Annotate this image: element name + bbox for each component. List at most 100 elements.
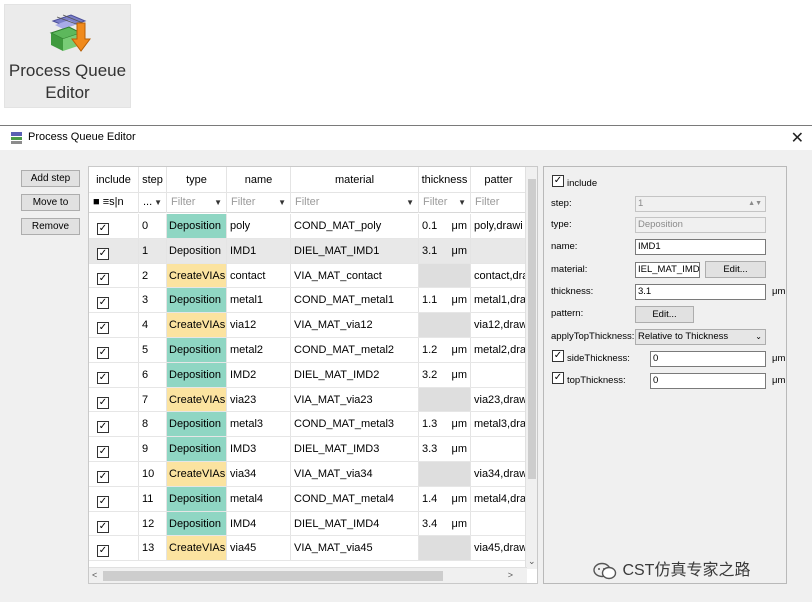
- material-cell[interactable]: DIEL_MAT_IMD1: [291, 238, 419, 263]
- type-cell[interactable]: Deposition: [167, 214, 227, 238]
- thickness-cell[interactable]: [419, 263, 471, 288]
- type-cell[interactable]: CreateVIAs: [167, 313, 227, 337]
- pattern-cell[interactable]: metal2,dra: [471, 338, 527, 362]
- include-cell[interactable]: ✓: [89, 437, 139, 461]
- thickness-cell[interactable]: 1.4 μm: [419, 486, 471, 511]
- include-cell[interactable]: ✓: [89, 338, 139, 362]
- pattern-cell[interactable]: metal4,dra: [471, 486, 527, 511]
- include-cell[interactable]: ✓: [89, 486, 139, 511]
- include-checkbox[interactable]: ✓: [97, 446, 109, 459]
- top-thickness-input[interactable]: 0: [650, 373, 766, 389]
- thickness-input[interactable]: 3.1: [635, 284, 766, 300]
- type-cell[interactable]: Deposition: [167, 362, 227, 387]
- name-cell[interactable]: contact: [227, 263, 291, 288]
- table-row[interactable]: ✓ 12 Deposition IMD4 DIEL_MAT_IMD4 3.4 μm: [89, 511, 527, 537]
- vertical-scroll-thumb[interactable]: [528, 179, 536, 479]
- include-checkbox[interactable]: ✓: [97, 272, 109, 285]
- name-input[interactable]: IMD1: [635, 239, 766, 255]
- type-cell[interactable]: Deposition: [167, 338, 227, 362]
- include-cell[interactable]: ✓: [89, 387, 139, 412]
- thickness-cell[interactable]: 1.2 μm: [419, 338, 471, 362]
- process-queue-editor-ribbon-button[interactable]: Process Queue Editor: [4, 4, 131, 108]
- filter-type[interactable]: Filter ▼: [167, 193, 227, 213]
- thickness-cell[interactable]: 1.1 μm: [419, 288, 471, 313]
- column-header-name[interactable]: name: [227, 167, 291, 193]
- name-cell[interactable]: IMD3: [227, 437, 291, 461]
- type-cell[interactable]: CreateVIAs: [167, 387, 227, 412]
- thickness-cell[interactable]: 3.1 μm: [419, 238, 471, 263]
- close-icon[interactable]: ✕: [791, 128, 804, 148]
- filter-material[interactable]: Filter ▼: [291, 193, 419, 213]
- apply-top-thickness-select[interactable]: Relative to Thickness ⌄: [635, 329, 766, 345]
- include-checkbox[interactable]: ✓: [97, 297, 109, 310]
- pattern-cell[interactable]: metal3,dra: [471, 412, 527, 437]
- material-cell[interactable]: VIA_MAT_via23: [291, 387, 419, 412]
- column-header-include[interactable]: include: [89, 167, 139, 193]
- include-checkbox[interactable]: ✓: [97, 223, 109, 235]
- material-cell[interactable]: DIEL_MAT_IMD2: [291, 362, 419, 387]
- material-cell[interactable]: COND_MAT_metal2: [291, 338, 419, 362]
- include-cell[interactable]: ✓: [89, 412, 139, 437]
- scroll-left-icon[interactable]: <: [92, 570, 97, 580]
- filter-name[interactable]: Filter ▼: [227, 193, 291, 213]
- include-checkbox[interactable]: ✓: [97, 247, 109, 260]
- remove-button[interactable]: Remove: [21, 218, 80, 235]
- table-row[interactable]: ✓ 5 Deposition metal2 COND_MAT_metal2 1.2 μm me…: [89, 338, 527, 363]
- include-checkbox[interactable]: ✓: [97, 471, 109, 483]
- vertical-scrollbar[interactable]: ⌄: [525, 167, 537, 569]
- material-edit-button[interactable]: Edit...: [705, 261, 766, 278]
- pattern-cell[interactable]: [471, 437, 527, 461]
- type-cell[interactable]: CreateVIAs: [167, 263, 227, 288]
- include-checkbox[interactable]: ✓: [97, 495, 109, 508]
- table-row[interactable]: ✓ 8 Deposition metal3 COND_MAT_metal3 1.3 μm me…: [89, 412, 527, 438]
- pattern-cell[interactable]: [471, 362, 527, 387]
- side-thickness-input[interactable]: 0: [650, 351, 766, 367]
- include-cell[interactable]: ✓: [89, 263, 139, 288]
- pattern-cell[interactable]: poly,drawi: [471, 214, 527, 238]
- name-cell[interactable]: poly: [227, 214, 291, 238]
- add-step-button[interactable]: Add step: [21, 170, 80, 187]
- thickness-cell[interactable]: 1.3 μm: [419, 412, 471, 437]
- table-row[interactable]: ✓ 9 Deposition IMD3 DIEL_MAT_IMD3 3.3 μm: [89, 437, 527, 462]
- include-cell[interactable]: ✓: [89, 511, 139, 536]
- material-cell[interactable]: VIA_MAT_via34: [291, 462, 419, 486]
- material-cell[interactable]: COND_MAT_metal1: [291, 288, 419, 313]
- name-cell[interactable]: via45: [227, 536, 291, 561]
- column-header-step[interactable]: step: [139, 167, 167, 193]
- thickness-cell[interactable]: [419, 313, 471, 337]
- table-row[interactable]: ✓ 1 Deposition IMD1 DIEL_MAT_IMD1 3.1 μm: [89, 238, 527, 264]
- pattern-cell[interactable]: metal1,dra: [471, 288, 527, 313]
- name-cell[interactable]: via34: [227, 462, 291, 486]
- table-row[interactable]: ✓ 2 CreateVIAs contact VIA_MAT_contact contac…: [89, 263, 527, 289]
- name-cell[interactable]: IMD1: [227, 238, 291, 263]
- thickness-cell[interactable]: [419, 387, 471, 412]
- filter-thickness[interactable]: Filter ▼: [419, 193, 471, 213]
- type-cell[interactable]: Deposition: [167, 511, 227, 536]
- include-checkbox[interactable]: ✓: [97, 545, 109, 558]
- table-row[interactable]: ✓ 0 Deposition poly COND_MAT_poly 0.1 μm poly,d…: [89, 214, 527, 239]
- include-checkbox[interactable]: ✓: [97, 421, 109, 434]
- type-cell[interactable]: Deposition: [167, 486, 227, 511]
- material-cell[interactable]: COND_MAT_metal3: [291, 412, 419, 437]
- pattern-cell[interactable]: via45,draw: [471, 536, 527, 561]
- material-cell[interactable]: VIA_MAT_via12: [291, 313, 419, 337]
- type-cell[interactable]: Deposition: [167, 437, 227, 461]
- column-header-material[interactable]: material: [291, 167, 419, 193]
- pattern-cell[interactable]: contact,dra: [471, 263, 527, 288]
- include-cell[interactable]: ✓: [89, 362, 139, 387]
- include-checkbox[interactable]: ✓: [97, 396, 109, 409]
- material-cell[interactable]: DIEL_MAT_IMD4: [291, 511, 419, 536]
- pattern-cell[interactable]: [471, 238, 527, 263]
- pattern-cell[interactable]: [471, 511, 527, 536]
- name-cell[interactable]: via12: [227, 313, 291, 337]
- type-cell[interactable]: Deposition: [167, 238, 227, 263]
- scroll-down-icon[interactable]: ⌄: [528, 556, 536, 567]
- include-checkbox[interactable]: ✓: [97, 371, 109, 384]
- horizontal-scroll-thumb[interactable]: [103, 571, 443, 581]
- top-thickness-checkbox[interactable]: ✓: [552, 372, 564, 384]
- pattern-cell[interactable]: via23,draw: [471, 387, 527, 412]
- table-row[interactable]: ✓ 11 Deposition metal4 COND_MAT_metal4 1.4 μm m…: [89, 486, 527, 512]
- name-cell[interactable]: IMD4: [227, 511, 291, 536]
- pattern-cell[interactable]: via12,draw: [471, 313, 527, 337]
- material-cell[interactable]: VIA_MAT_contact: [291, 263, 419, 288]
